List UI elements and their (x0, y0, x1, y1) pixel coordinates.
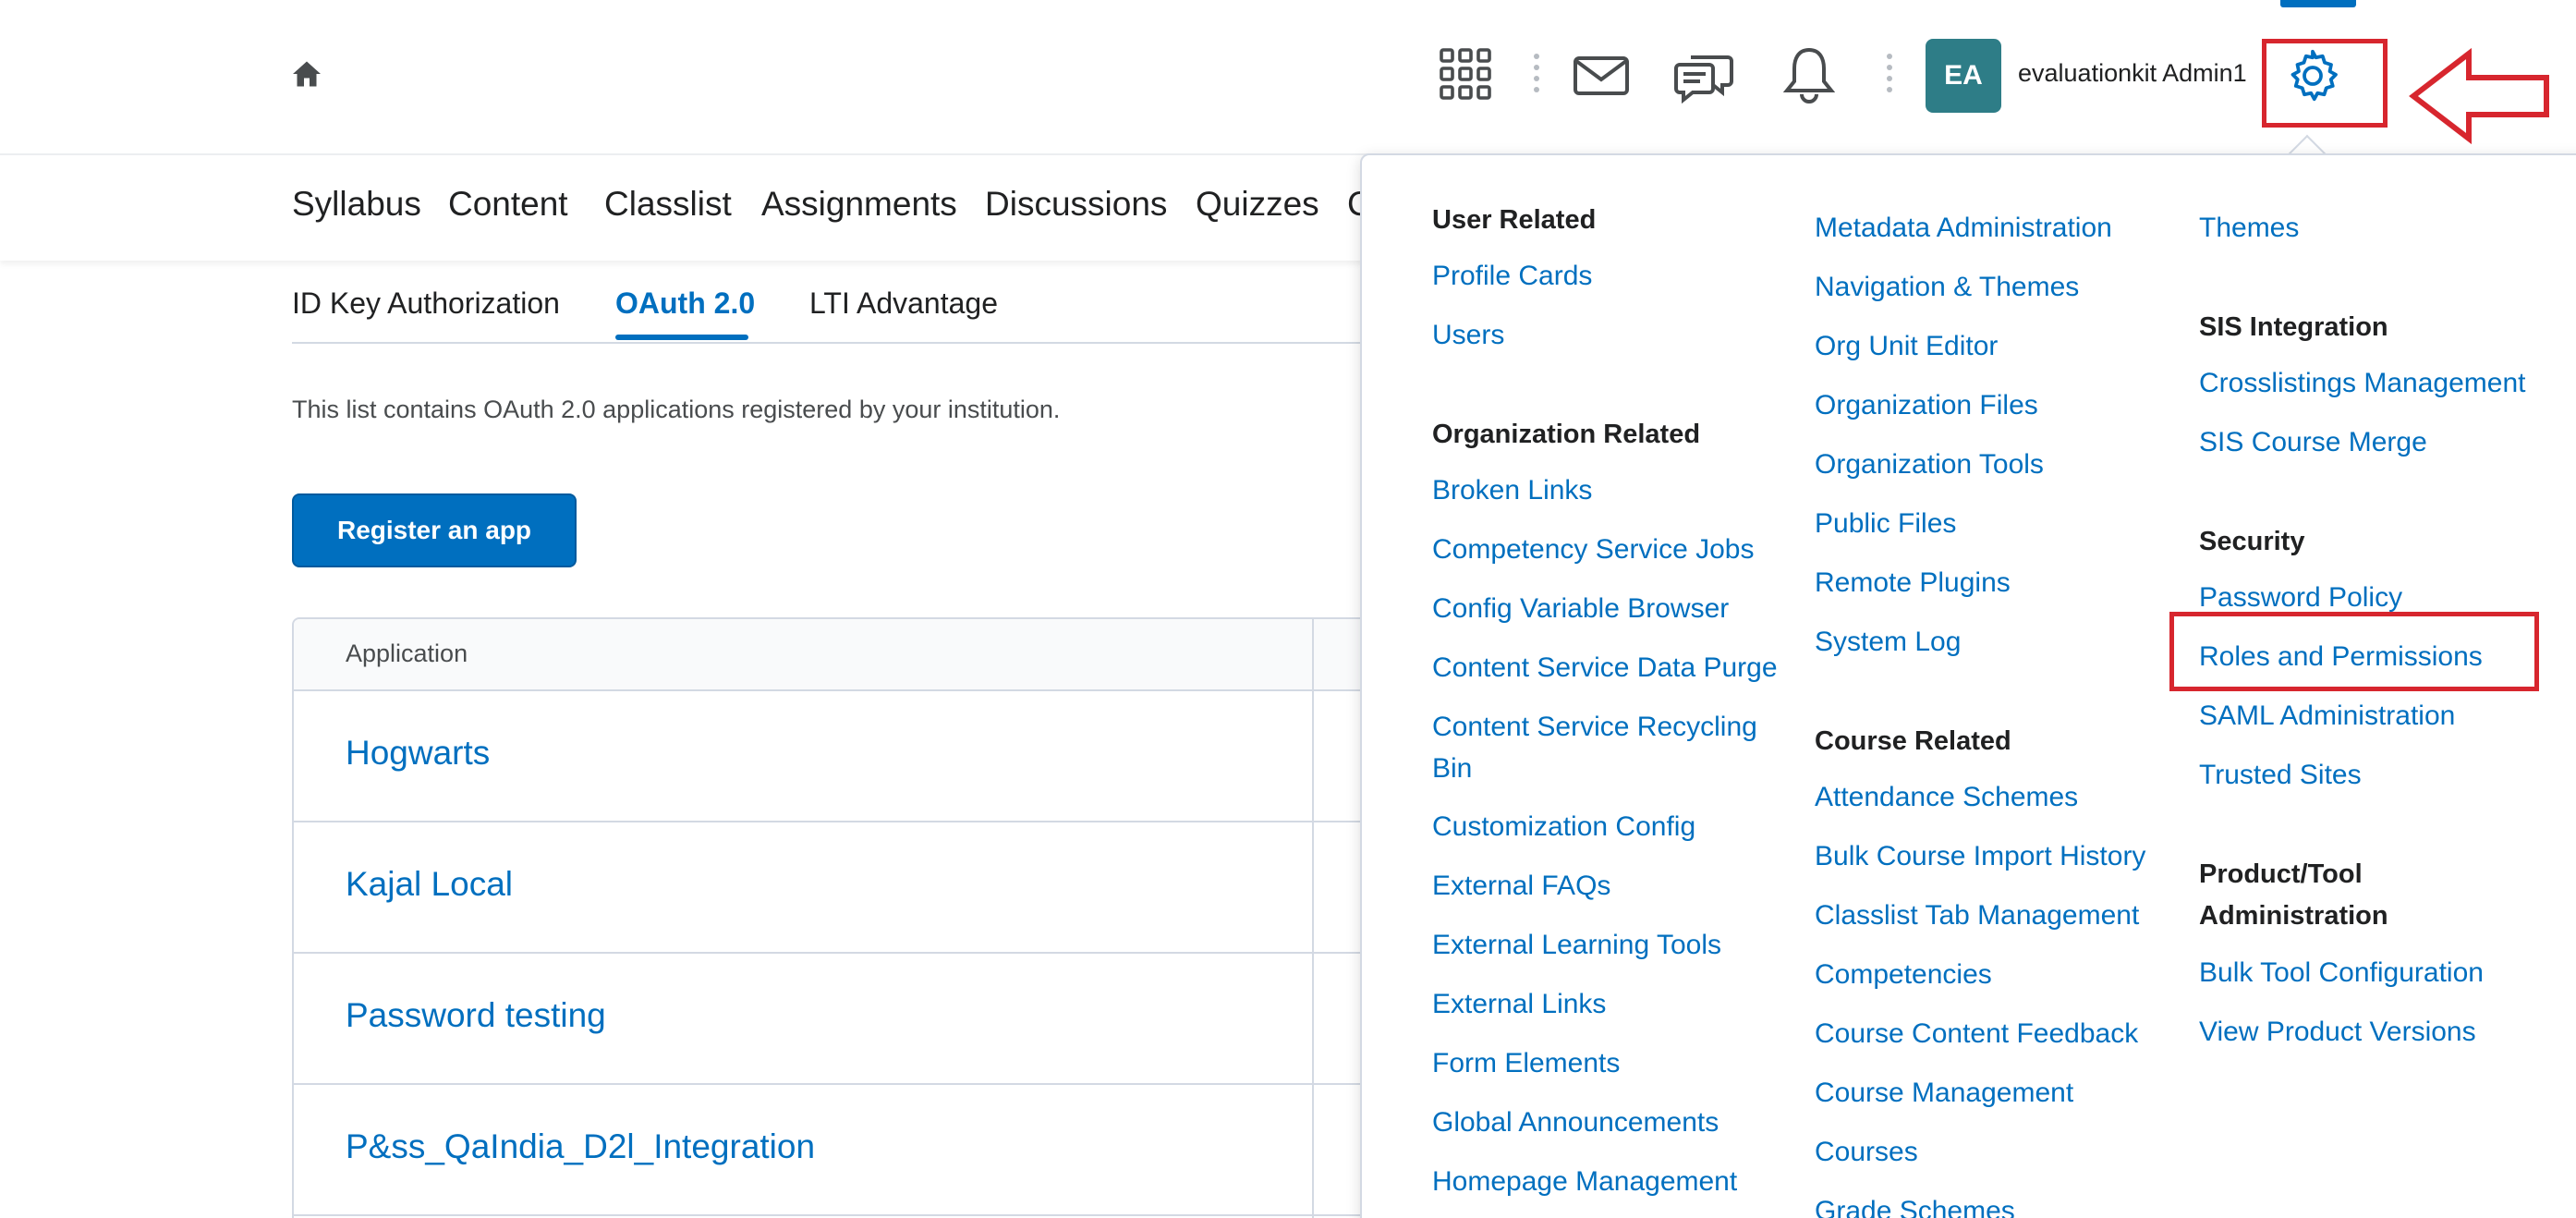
nav-content[interactable]: Content (448, 185, 568, 224)
tab-oauth-2[interactable]: OAuth 2.0 (615, 286, 755, 321)
active-tab-indicator (615, 335, 748, 340)
link-config-variable-browser[interactable]: Config Variable Browser (1432, 588, 1729, 629)
link-trusted-sites[interactable]: Trusted Sites (2199, 754, 2362, 796)
table-row: Kajal Local (294, 822, 1399, 954)
link-course-management[interactable]: Course Management (1815, 1072, 2073, 1114)
heading-course-related: Course Related (1815, 726, 2011, 756)
home-icon[interactable] (290, 57, 323, 91)
link-homepage-management[interactable]: Homepage Management (1432, 1161, 1737, 1202)
gear-highlight-box (2262, 39, 2388, 128)
application-link[interactable]: P&ss_QaIndia_D2l_Integration (346, 1127, 815, 1166)
left-arrow-annotation-icon (2409, 48, 2549, 144)
heading-security: Security (2199, 527, 2305, 556)
link-bulk-course-import-history[interactable]: Bulk Course Import History (1815, 835, 2145, 877)
user-name[interactable]: evaluationkit Admin1 (2018, 59, 2247, 88)
link-organization-files[interactable]: Organization Files (1815, 384, 2038, 426)
register-app-button[interactable]: Register an app (292, 493, 577, 567)
link-attendance-schemes[interactable]: Attendance Schemes (1815, 776, 2078, 818)
link-profile-cards[interactable]: Profile Cards (1432, 255, 1592, 297)
link-remote-plugins[interactable]: Remote Plugins (1815, 562, 2011, 603)
application-link[interactable]: Password testing (346, 996, 606, 1035)
heading-product-tool-administration: Administration (2199, 901, 2388, 931)
link-view-product-versions[interactable]: View Product Versions (2199, 1011, 2476, 1053)
link-saml-administration[interactable]: SAML Administration (2199, 695, 2455, 737)
heading-product-tool-administration: Product/Tool (2199, 859, 2363, 889)
chat-icon[interactable] (1674, 46, 1733, 104)
link-org-unit-editor[interactable]: Org Unit Editor (1815, 325, 1998, 367)
nav-quizzes[interactable]: Quizzes (1196, 185, 1319, 224)
link-course-content-feedback[interactable]: Course Content Feedback (1815, 1013, 2138, 1054)
link-classlist-tab-management[interactable]: Classlist Tab Management (1815, 895, 2139, 936)
nav-discussions[interactable]: Discussions (985, 185, 1167, 224)
link-navigation-themes[interactable]: Navigation & Themes (1815, 266, 2079, 308)
link-competencies[interactable]: Competencies (1815, 954, 1992, 995)
tab-id-key-authorization[interactable]: ID Key Authorization (292, 286, 560, 321)
link-sis-course-merge[interactable]: SIS Course Merge (2199, 421, 2427, 463)
applications-table: Application Hogwarts Kajal Local Passwor… (292, 617, 1401, 1218)
page-description: This list contains OAuth 2.0 application… (292, 396, 1061, 423)
link-broken-links[interactable]: Broken Links (1432, 469, 1592, 511)
link-content-service-recycling-bin[interactable]: Content Service Recycling (1432, 706, 1757, 748)
link-external-links[interactable]: External Links (1432, 983, 1606, 1025)
heading-user-related: User Related (1432, 205, 1597, 235)
link-metadata-administration[interactable]: Metadata Administration (1815, 207, 2112, 249)
nav-classlist[interactable]: Classlist (604, 185, 732, 224)
link-themes[interactable]: Themes (2199, 207, 2299, 249)
mail-icon[interactable] (1573, 55, 1630, 96)
heading-organization-related: Organization Related (1432, 420, 1701, 449)
link-external-learning-tools[interactable]: External Learning Tools (1432, 924, 1721, 966)
nav-assignments[interactable]: Assignments (761, 185, 957, 224)
link-courses[interactable]: Courses (1815, 1131, 1918, 1173)
table-row: Password testing (294, 954, 1399, 1085)
nav-syllabus[interactable]: Syllabus (292, 185, 421, 224)
link-organization-tools[interactable]: Organization Tools (1815, 444, 2044, 485)
link-competency-service-jobs[interactable]: Competency Service Jobs (1432, 529, 1755, 570)
link-global-announcements[interactable]: Global Announcements (1432, 1102, 1719, 1143)
header-separator (1887, 54, 1892, 94)
link-users[interactable]: Users (1432, 314, 1504, 356)
top-tab-indicator (2280, 0, 2356, 7)
column-header-application: Application (346, 639, 468, 667)
application-link[interactable]: Hogwarts (346, 734, 490, 773)
link-content-service-recycling-bin[interactable]: Bin (1432, 748, 1472, 789)
application-link[interactable]: Kajal Local (346, 865, 513, 904)
link-system-log[interactable]: System Log (1815, 621, 1961, 663)
auth-tabs: ID Key Authorization OAuth 2.0 LTI Advan… (292, 277, 1401, 344)
link-external-faqs[interactable]: External FAQs (1432, 865, 1610, 907)
bell-icon[interactable] (1783, 46, 1835, 104)
table-row: Hogwarts (294, 691, 1399, 822)
heading-sis-integration: SIS Integration (2199, 312, 2388, 342)
tab-lti-advantage[interactable]: LTI Advantage (809, 286, 998, 321)
table-header: Application (294, 619, 1399, 691)
header-separator (1534, 54, 1539, 94)
roles-permissions-highlight-box (2169, 612, 2539, 691)
link-content-service-data-purge[interactable]: Content Service Data Purge (1432, 647, 1778, 688)
user-avatar[interactable]: EA (1926, 39, 2001, 113)
table-row: P&ss_QaIndia_D2l_Integration (294, 1085, 1399, 1216)
link-public-files[interactable]: Public Files (1815, 503, 1956, 544)
link-crosslistings-management[interactable]: Crosslistings Management (2199, 362, 2525, 404)
top-header: EA evaluationkit Admin1 (0, 0, 2576, 155)
link-form-elements[interactable]: Form Elements (1432, 1042, 1620, 1084)
apps-grid-icon[interactable] (1438, 46, 1493, 102)
link-customization-config[interactable]: Customization Config (1432, 806, 1695, 847)
link-grade-schemes[interactable]: Grade Schemes (1815, 1190, 2015, 1218)
link-bulk-tool-configuration[interactable]: Bulk Tool Configuration (2199, 952, 2484, 993)
